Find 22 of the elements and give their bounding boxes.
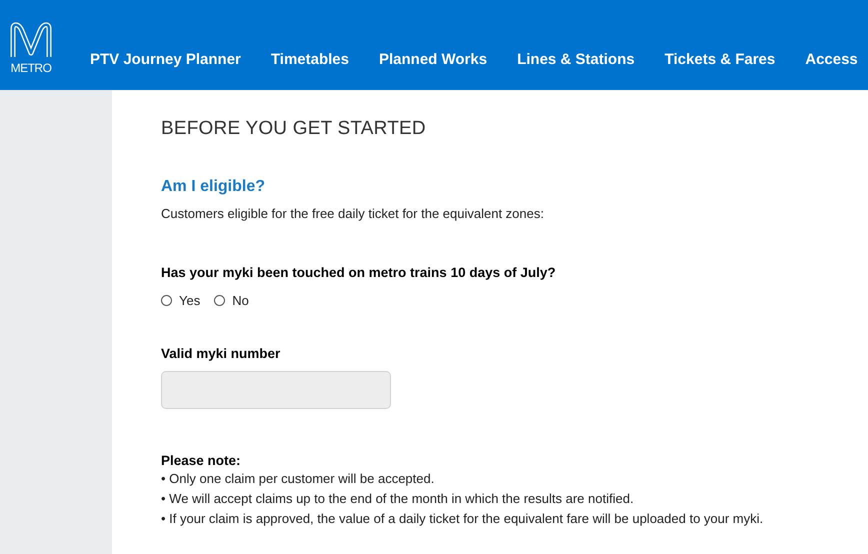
page-title: BEFORE YOU GET STARTED [161,118,427,140]
nav-link[interactable]: Lines & Stations [517,50,635,68]
field-label: Valid myki number [161,346,282,361]
nav-link[interactable]: Planned Works [378,50,488,68]
logo-icon[interactable] [9,21,53,59]
nav-link[interactable]: Access [805,50,858,68]
note-item: • Only one claim per customer will be accepted. [161,471,436,486]
note-item: • We will accept claims up to the end of the month in which the results are notified. [161,491,635,506]
logo-text[interactable]: METRO [10,61,52,75]
section-heading: Am I eligible? [161,178,266,196]
radio-button[interactable] [161,295,172,306]
question-label: Has your myki been touched on metro trains 10 days of July? [161,265,557,280]
note-heading: Please note: [161,453,242,468]
input-field[interactable] [161,371,391,409]
option-label[interactable]: No [232,293,249,308]
option-label[interactable]: Yes [179,293,200,308]
nav-link[interactable]: Timetables [270,50,349,68]
radio-button[interactable] [214,295,226,306]
intro-text: Customers eligible for the free daily ticket for the equivalent zones: [161,206,545,221]
nav-link[interactable]: PTV Journey Planner [90,50,241,68]
note-item: • If your claim is approved, the value of a daily ticket for the equivalent fare will be uploaded to your myki. [161,511,764,526]
nav-link[interactable]: Tickets & Fares [664,50,776,68]
